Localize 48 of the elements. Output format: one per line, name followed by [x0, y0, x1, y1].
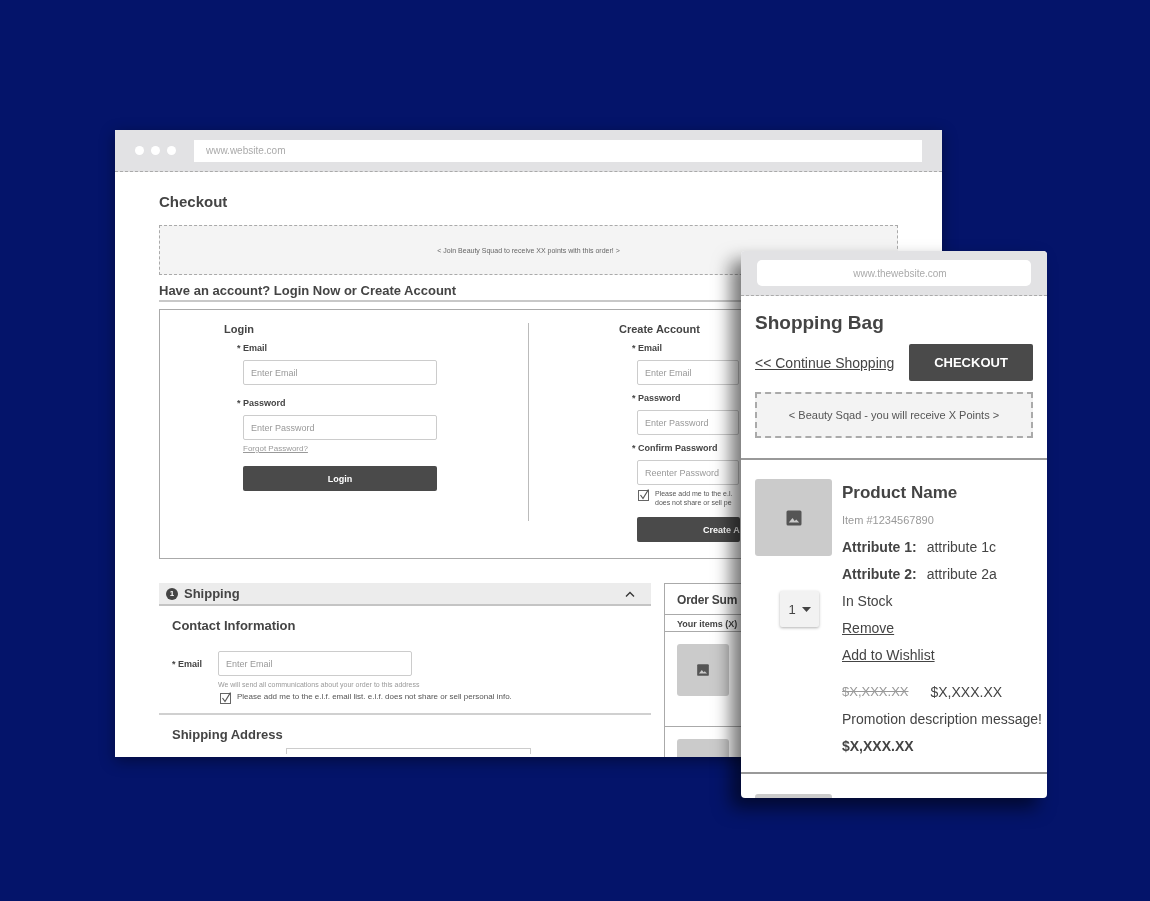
accordion-title: Shipping [184, 586, 241, 601]
field-label: * Password [237, 398, 287, 409]
input-field[interactable] [286, 748, 531, 754]
sale-price: $X,XXX.XX [930, 683, 1003, 700]
product-name: Product Name [842, 481, 959, 504]
column-title: Create Account [619, 322, 701, 336]
step-number: 1 [166, 587, 178, 600]
input-field[interactable]: Enter Email [243, 360, 437, 385]
subsection-heading: Shipping Address [172, 727, 284, 743]
checkbox[interactable] [220, 692, 232, 704]
input-field[interactable]: Enter Password [637, 410, 739, 435]
window-controls-icon [135, 146, 176, 155]
field-label: * Password [632, 393, 682, 404]
attribute-value: attribute 2a [926, 565, 997, 582]
opt-in-text: Please add me to the e.l.f. email list. e.l.f. does not share or sell personal info. [237, 692, 512, 702]
input-field[interactable]: Enter Email [218, 651, 412, 676]
caret-icon [625, 590, 635, 597]
wishlist-link[interactable]: Add to Wishlist [842, 646, 935, 663]
accordion-header[interactable]: 1 Shipping [159, 583, 651, 606]
attribute-value: attribute 1c [926, 538, 996, 555]
checkout-button[interactable]: CHECKOUT [909, 344, 1033, 381]
image-icon [784, 508, 803, 527]
continue-shopping-link[interactable]: << Continue Shopping [755, 354, 895, 371]
page-title: Shopping Bag [755, 312, 885, 334]
column-title: Login [224, 322, 255, 336]
total-price: $X,XXX.XX [842, 736, 915, 756]
promo-banner: < Beauty Sqad - you will receive X Points > [755, 392, 1033, 438]
page-title: Checkout [159, 193, 229, 211]
item-number: Item #1234567890 [842, 512, 935, 528]
promotion-message: Promotion description message! [842, 709, 1042, 729]
create-account-button[interactable]: Create A [637, 517, 740, 542]
subsection-heading: Contact Information [172, 618, 297, 634]
login-button[interactable]: Login [243, 466, 437, 491]
quantity-dropdown[interactable]: 1 [780, 591, 819, 627]
caret-icon [801, 606, 811, 612]
field-label: * Email [632, 343, 663, 354]
field-label: * Confirm Password [632, 443, 719, 454]
field-label: * Email [172, 658, 203, 669]
original-price: $X,XXX.XX [842, 684, 909, 699]
stock-status: In Stock [842, 591, 894, 611]
input-field[interactable]: Reenter Password [637, 460, 739, 485]
input-field[interactable]: Enter Email [637, 360, 739, 385]
checkbox[interactable] [638, 489, 650, 501]
attribute-label: Attribute 1: [842, 538, 917, 555]
input-field[interactable]: Enter Password [243, 415, 437, 440]
field-label: * Email [237, 343, 268, 354]
image-icon [696, 663, 710, 677]
attribute-label: Attribute 2: [842, 565, 917, 582]
